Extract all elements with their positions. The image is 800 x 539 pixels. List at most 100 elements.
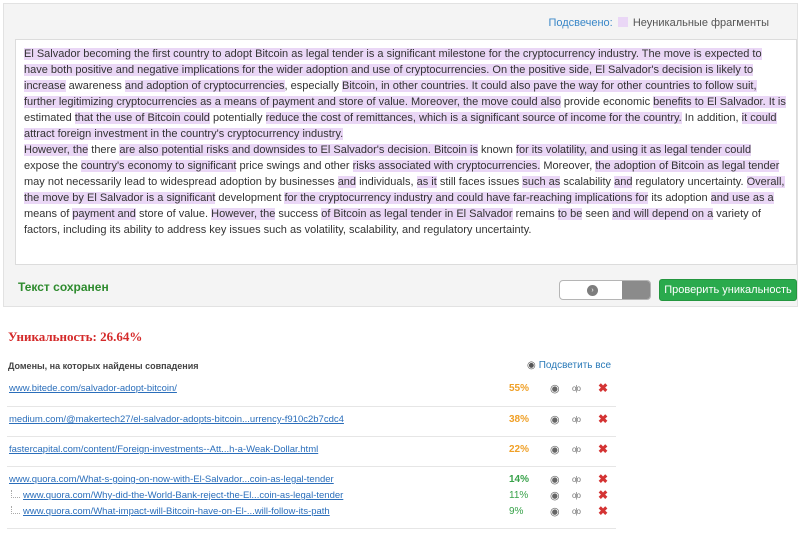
highlighted-fragment: are also potential risks and downsides t… [119, 144, 478, 156]
domain-line: fastercapital.com/content/Foreign-invest… [7, 442, 616, 460]
domain-link[interactable]: fastercapital.com/content/Foreign-invest… [9, 444, 318, 455]
highlighted-fragment: for its volatility, and using it as lega… [515, 144, 752, 156]
domain-link[interactable]: medium.com/@makertech27/el-salvador-adop… [9, 414, 344, 425]
highlighted-fragment: However, the [211, 208, 276, 220]
highlighted-fragment: However, the [24, 144, 89, 156]
highlighted-fragment: of Bitcoin as legal tender in El Salvado… [321, 208, 513, 220]
match-percent: 55% [509, 383, 530, 394]
text-paragraph: El Salvador becoming the first country t… [24, 46, 786, 142]
highlighted-fragment: and adoption of cryptocurrencies [124, 80, 285, 92]
text-fragment: store of value. [135, 208, 212, 220]
text-fragment: success [275, 208, 322, 220]
eye-icon[interactable]: ◉ [550, 443, 560, 456]
domains-heading: Домены, на которых найдены совпадения [8, 361, 199, 371]
text-fragment: means of [24, 208, 73, 220]
compare-icon[interactable]: o|o [572, 491, 581, 500]
match-percent: 9% [509, 506, 524, 517]
highlight-all-link[interactable]: ◉ Подсветить все [527, 360, 611, 371]
compare-icon[interactable]: o|o [572, 415, 581, 424]
text-fragment: price swings and other [236, 160, 353, 172]
domain-subline: www.quora.com/Why-did-the-World-Bank-rej… [7, 488, 616, 506]
highlighted-fragment: the adoption of Bitcoin as legal tender [595, 160, 780, 172]
eye-icon[interactable]: ◉ [550, 473, 560, 486]
domain-group-row: www.quora.com/What-s-going-on-now-with-E… [7, 467, 616, 529]
domain-link[interactable]: www.quora.com/What-s-going-on-now-with-E… [9, 474, 334, 485]
domain-row: www.bitede.com/salvador-adopt-bitcoin/ 5… [7, 375, 616, 407]
delete-icon[interactable]: ✖ [598, 488, 608, 502]
text-fragment: expose the [24, 160, 81, 172]
highlighted-fragment: country's economy to significant [80, 160, 237, 172]
tree-connector [11, 506, 20, 514]
domain-row: fastercapital.com/content/Foreign-invest… [7, 437, 616, 467]
tree-connector [11, 490, 20, 498]
highlighted-fragment: reduce the cost of remittances, which is… [265, 112, 682, 124]
text-fragment: Moreover, [540, 160, 596, 172]
highlighted-fragment: payment and [72, 208, 136, 220]
text-fragment: estimated [24, 112, 75, 124]
delete-icon[interactable]: ✖ [598, 504, 608, 518]
check-uniqueness-button[interactable]: Проверить уникальность [659, 279, 797, 301]
toggle-knob-icon[interactable]: › [587, 285, 598, 296]
text-fragment: there [88, 144, 120, 156]
highlighted-fragment: for the cryptocurrency industry and coul… [284, 192, 649, 204]
highlighted-fragment: such as [522, 176, 561, 188]
highlighted-fragment: and use as a [710, 192, 774, 204]
text-fragment: seen [582, 208, 613, 220]
legend-label: Подсвечено: [548, 17, 613, 29]
text-fragment: provide economic [560, 96, 654, 108]
highlight-swatch [617, 17, 628, 27]
domain-line: www.bitede.com/salvador-adopt-bitcoin/ 5… [7, 381, 616, 399]
compare-icon[interactable]: o|o [572, 475, 581, 484]
delete-icon[interactable]: ✖ [598, 442, 608, 456]
text-fragment: development [215, 192, 285, 204]
highlighted-fragment: and will depend on a [612, 208, 714, 220]
text-fragment: still faces issues [436, 176, 523, 188]
delete-icon[interactable]: ✖ [598, 472, 608, 486]
domain-link[interactable]: www.quora.com/What-impact-will-Bitcoin-h… [23, 506, 330, 517]
highlighted-fragment: and [614, 176, 633, 188]
eye-icon: ◉ [527, 360, 536, 371]
text-fragment: In addition, [681, 112, 742, 124]
highlighted-fragment: that the use of Bitcoin could [74, 112, 210, 124]
highlighted-fragment: and [337, 176, 357, 188]
uniqueness-result: Уникальность: 26.64% [8, 329, 143, 344]
domain-line: www.quora.com/What-s-going-on-now-with-E… [7, 472, 616, 490]
text-fragment: remains [512, 208, 558, 220]
text-fragment: known [477, 144, 516, 156]
highlight-all-label: Подсветить все [538, 360, 612, 371]
domain-line: medium.com/@makertech27/el-salvador-adop… [7, 412, 616, 430]
text-fragment: individuals, [356, 176, 417, 188]
domain-link[interactable]: www.bitede.com/salvador-adopt-bitcoin/ [9, 383, 177, 394]
match-percent: 38% [509, 414, 530, 425]
text-paragraph: However, the there are also potential ri… [24, 142, 786, 238]
highlight-legend: Подсвечено: Неуникальные фрагменты [548, 17, 769, 29]
eye-icon[interactable]: ◉ [550, 505, 560, 518]
text-fragment: its adoption [648, 192, 711, 204]
highlighted-fragment: as it [416, 176, 437, 188]
eye-icon[interactable]: ◉ [550, 413, 560, 426]
text-fragment: awareness [65, 80, 125, 92]
compare-icon[interactable]: o|o [572, 384, 581, 393]
delete-icon[interactable]: ✖ [598, 381, 608, 395]
save-status: Текст сохранен [18, 280, 109, 294]
legend-description: Неуникальные фрагменты [632, 17, 769, 29]
text-fragment: may not necessarily lead to widespread a… [24, 176, 338, 188]
text-editor[interactable]: El Salvador becoming the first country t… [15, 39, 797, 265]
toggle-track [622, 281, 650, 299]
delete-icon[interactable]: ✖ [598, 412, 608, 426]
text-fragment: potentially [209, 112, 266, 124]
domain-row: medium.com/@makertech27/el-salvador-adop… [7, 407, 616, 437]
highlighted-fragment: benefits to El Salvador. It is [653, 96, 786, 108]
highlighted-fragment: risks associated with cryptocurrencies. [352, 160, 541, 172]
compare-icon[interactable]: o|o [572, 445, 581, 454]
match-percent: 11% [509, 490, 529, 501]
text-fragment: , especially [284, 80, 342, 92]
domain-link[interactable]: www.quora.com/Why-did-the-World-Bank-rej… [23, 490, 343, 501]
compare-icon[interactable]: o|o [572, 507, 581, 516]
eye-icon[interactable]: ◉ [550, 489, 560, 502]
highlighted-fragment: to be [557, 208, 583, 220]
editor-panel: Подсвечено: Неуникальные фрагменты El Sa… [3, 3, 798, 307]
text-fragment: scalability [560, 176, 615, 188]
eye-icon[interactable]: ◉ [550, 382, 560, 395]
mode-toggle[interactable]: › [559, 280, 651, 300]
